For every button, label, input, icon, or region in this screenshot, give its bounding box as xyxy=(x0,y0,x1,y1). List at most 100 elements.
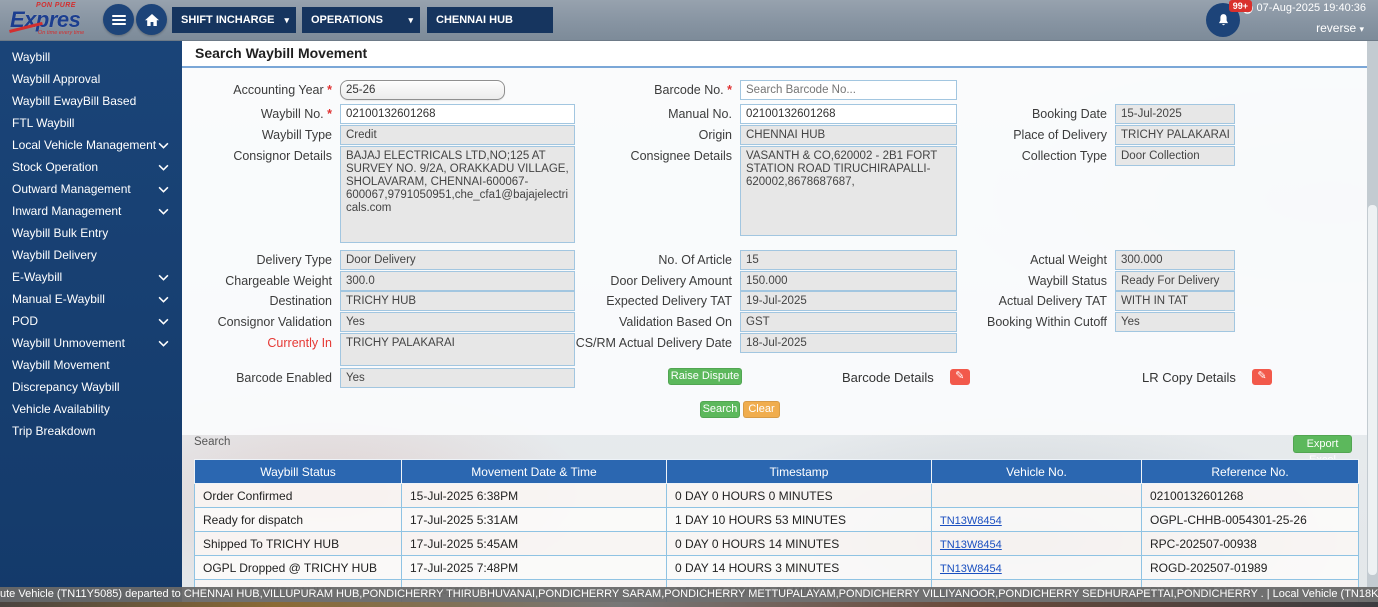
booking-within-cutoff-field xyxy=(1115,312,1235,332)
destination-label: Destination xyxy=(269,294,332,308)
clear-button[interactable]: Clear xyxy=(743,401,780,418)
cell-timestamp: 0 DAY 0 HOURS 14 MINUTES xyxy=(666,531,932,556)
notification-badge: 99+ xyxy=(1228,0,1252,12)
sidebar-item-pod[interactable]: POD xyxy=(0,310,182,332)
cell-reference: ROGD-202507-01989 xyxy=(1141,555,1359,580)
brand-logo[interactable]: PON PURE Expres On time every time xyxy=(7,2,112,39)
sidebar-item-vehicle-availability[interactable]: Vehicle Availability xyxy=(0,398,182,420)
lr-copy-details-edit-icon[interactable]: ✎ xyxy=(1251,369,1272,385)
sidebar-item-label: Waybill EwayBill Based xyxy=(12,94,137,108)
chevron-down-icon xyxy=(158,340,169,347)
sidebar-item-trip-breakdown[interactable]: Trip Breakdown xyxy=(0,420,182,442)
sidebar-item-manual-e-waybill[interactable]: Manual E-Waybill xyxy=(0,288,182,310)
col-movement-datetime: Movement Date & Time xyxy=(401,459,667,484)
cell-status: Order Confirmed xyxy=(194,483,402,508)
table-header-row: Waybill Status Movement Date & Time Time… xyxy=(194,459,1359,484)
sidebar-item-ftl-waybill[interactable]: FTL Waybill xyxy=(0,112,182,134)
sidebar-item-waybill[interactable]: Waybill xyxy=(0,46,182,68)
validation-based-on-field xyxy=(740,312,957,332)
table-row: OGPL Dropped @ TRICHY HUB 17-Jul-2025 7:… xyxy=(194,555,1359,580)
table-row: Shipped To TRICHY HUB 17-Jul-2025 5:45AM… xyxy=(194,531,1359,556)
results-section-label: Search xyxy=(194,436,231,448)
sidebar-item-label: Outward Management xyxy=(12,182,131,196)
sidebar-item-outward-management[interactable]: Outward Management xyxy=(0,178,182,200)
search-button[interactable]: Search xyxy=(700,401,740,418)
sidebar-item-label: Manual E-Waybill xyxy=(12,292,105,306)
delivery-type-label: Delivery Type xyxy=(256,253,333,267)
sidebar-item-local-vehicle-management[interactable]: Local Vehicle Management xyxy=(0,134,182,156)
sidebar-item-waybill-approval[interactable]: Waybill Approval xyxy=(0,68,182,90)
sidebar-item-inward-management[interactable]: Inward Management xyxy=(0,200,182,222)
barcode-details-edit-icon[interactable]: ✎ xyxy=(949,369,970,385)
module-dropdown[interactable]: OPERATIONS ▾ xyxy=(302,7,420,33)
export-excel-button[interactable]: Export Excel xyxy=(1293,435,1352,466)
notifications-button[interactable]: 99+ xyxy=(1206,0,1252,37)
cell-datetime: 17-Jul-2025 5:31AM xyxy=(401,507,667,532)
waybill-type-label: Waybill Type xyxy=(261,128,332,142)
cell-status: Ready for dispatch xyxy=(194,507,402,532)
barcode-no-input[interactable] xyxy=(740,80,957,100)
role-dropdown[interactable]: SHIFT INCHARGE ▾ xyxy=(172,7,296,33)
home-button[interactable] xyxy=(136,4,167,35)
col-reference-no: Reference No. xyxy=(1141,459,1359,484)
vehicle-link[interactable]: TN13W8454 xyxy=(940,515,1002,527)
no-of-article-label: No. Of Article xyxy=(658,253,732,267)
sidebar-item-label: Discrepancy Waybill xyxy=(12,380,120,394)
home-icon xyxy=(144,13,159,26)
sidebar-item-label: Stock Operation xyxy=(12,160,99,174)
manual-no-label: Manual No. xyxy=(668,107,732,121)
sidebar-item-label: Waybill Bulk Entry xyxy=(12,226,109,240)
logo-tagline: On time every time xyxy=(38,30,85,36)
sidebar-item-discrepancy-waybill[interactable]: Discrepancy Waybill xyxy=(0,376,182,398)
sidebar-item-e-waybill[interactable]: E-Waybill xyxy=(0,266,182,288)
hub-input[interactable]: CHENNAI HUB xyxy=(427,7,553,33)
consignee-details-label: Consignee Details xyxy=(630,149,732,163)
chevron-down-icon xyxy=(158,164,169,171)
menu-toggle-button[interactable] xyxy=(103,4,134,35)
raise-dispute-button[interactable]: Raise Dispute xyxy=(668,368,742,385)
manual-no-input[interactable] xyxy=(740,104,957,124)
sidebar-item-label: Waybill Delivery xyxy=(12,248,97,262)
waybill-no-input[interactable] xyxy=(340,104,575,124)
sidebar-item-waybill-movement[interactable]: Waybill Movement xyxy=(0,354,182,376)
booking-date-label: Booking Date xyxy=(1031,107,1107,121)
sidebar-item-waybill-ewaybill-based[interactable]: Waybill EwayBill Based xyxy=(0,90,182,112)
sidebar-item-label: Vehicle Availability xyxy=(12,402,110,416)
cell-status: OGPL Dropped @ TRICHY HUB xyxy=(194,555,402,580)
module-dropdown-value: OPERATIONS xyxy=(311,14,383,26)
accounting-year-select[interactable] xyxy=(340,80,505,100)
expected-delivery-tat-label: Expected Delivery TAT xyxy=(606,294,732,308)
place-of-delivery-label: Place of Delivery xyxy=(1013,128,1107,142)
sidebar-item-waybill-bulk-entry[interactable]: Waybill Bulk Entry xyxy=(0,222,182,244)
cell-reference: OGPL-CHHB-0054301-25-26 xyxy=(1141,507,1359,532)
user-menu[interactable]: reverse ▾ xyxy=(1316,21,1364,35)
validation-based-on-label: Validation Based On xyxy=(618,315,732,329)
chevron-down-icon: ▾ xyxy=(284,15,289,25)
sidebar-item-label: E-Waybill xyxy=(12,270,63,284)
consignor-validation-field xyxy=(340,312,575,332)
sidebar-item-label: Waybill xyxy=(12,50,51,64)
vertical-scrollbar[interactable] xyxy=(1367,40,1378,607)
cell-timestamp: 1 DAY 10 HOURS 53 MINUTES xyxy=(666,507,932,532)
col-timestamp: Timestamp xyxy=(666,459,932,484)
actual-delivery-tat-field xyxy=(1115,291,1235,311)
collection-type-field xyxy=(1115,146,1235,166)
actual-weight-field xyxy=(1115,250,1235,270)
scrollbar-thumb[interactable] xyxy=(1368,205,1377,575)
chevron-down-icon xyxy=(158,318,169,325)
consignor-details-textarea: BAJAJ ELECTRICALS LTD,NO;125 AT SURVEY N… xyxy=(340,146,575,243)
vehicle-link[interactable]: TN13W8454 xyxy=(940,563,1002,575)
origin-label: Origin xyxy=(698,128,732,142)
sidebar-item-stock-operation[interactable]: Stock Operation xyxy=(0,156,182,178)
actual-weight-label: Actual Weight xyxy=(1030,253,1107,267)
lr-copy-details-label: LR Copy Details xyxy=(1142,370,1236,385)
hub-input-value: CHENNAI HUB xyxy=(436,14,513,26)
consignor-details-label: Consignor Details xyxy=(233,149,332,163)
sidebar-item-waybill-unmovement[interactable]: Waybill Unmovement xyxy=(0,332,182,354)
barcode-details-label: Barcode Details xyxy=(842,370,934,385)
vehicle-link[interactable]: TN13W8454 xyxy=(940,539,1002,551)
expected-delivery-tat-field xyxy=(740,291,957,311)
cell-vehicle: TN13W8454 xyxy=(931,555,1142,580)
sidebar-item-waybill-delivery[interactable]: Waybill Delivery xyxy=(0,244,182,266)
cell-vehicle: TN13W8454 xyxy=(931,531,1142,556)
